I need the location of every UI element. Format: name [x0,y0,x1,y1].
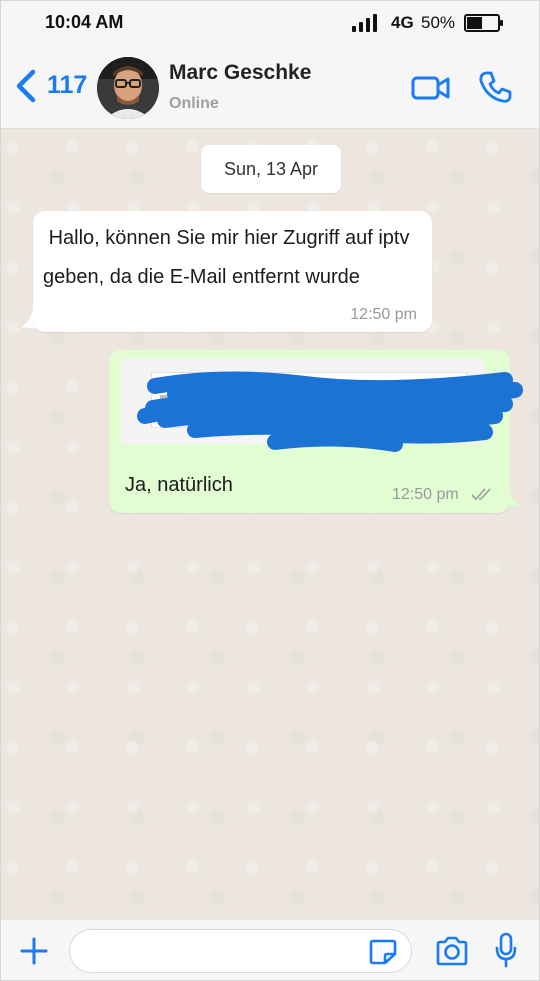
contact-name[interactable]: Marc Geschke [169,61,311,85]
message-text: Hallo, können Sie mir hier Zugriff auf i… [43,227,416,288]
back-chevron-icon [16,69,36,103]
network-label: 4G [391,13,414,32]
unread-count: 117 [47,71,88,99]
video-call-icon[interactable] [411,73,451,103]
battery-percent: 50% [421,13,456,32]
message-input[interactable] [69,929,412,973]
chat-area[interactable]: Sun, 13 Apr Hallo, können Sie mir hier Z… [1,129,539,919]
input-bar [1,919,539,980]
status-bar: 10:04 AM 4G 50% [1,1,539,45]
phone-call-icon[interactable] [477,69,513,105]
redaction-scribble [137,371,523,452]
message-bubble-incoming[interactable]: Hallo, können Sie mir hier Zugriff auf i… [33,211,432,332]
back-button[interactable]: 117 [15,67,95,103]
status-time: 10:04 AM [45,12,124,32]
battery-icon [464,14,503,32]
message-text: Ja, natürlich [125,474,233,496]
sticker-icon[interactable] [369,939,397,965]
plus-icon[interactable] [19,936,49,966]
chat-header: 117 Marc Geschke Online [1,45,539,129]
read-receipt-icon [471,488,491,500]
microphone-icon[interactable] [495,932,517,968]
contact-status: Online [169,95,219,112]
avatar[interactable] [97,57,159,119]
message-bubble-outgoing[interactable]: Ja, natürlich 12:50 pm [109,350,523,513]
date-separator: Sun, 13 Apr [201,145,341,193]
avatar-image [97,57,159,119]
phone-screen: 10:04 AM 4G 50% 117 Marc Geschke Online … [0,0,540,981]
image-attachment[interactable] [121,358,523,452]
camera-icon[interactable] [435,936,469,966]
message-time: 12:50 pm [392,486,459,503]
message-time: 12:50 pm [350,306,417,323]
signal-icon [352,14,377,32]
